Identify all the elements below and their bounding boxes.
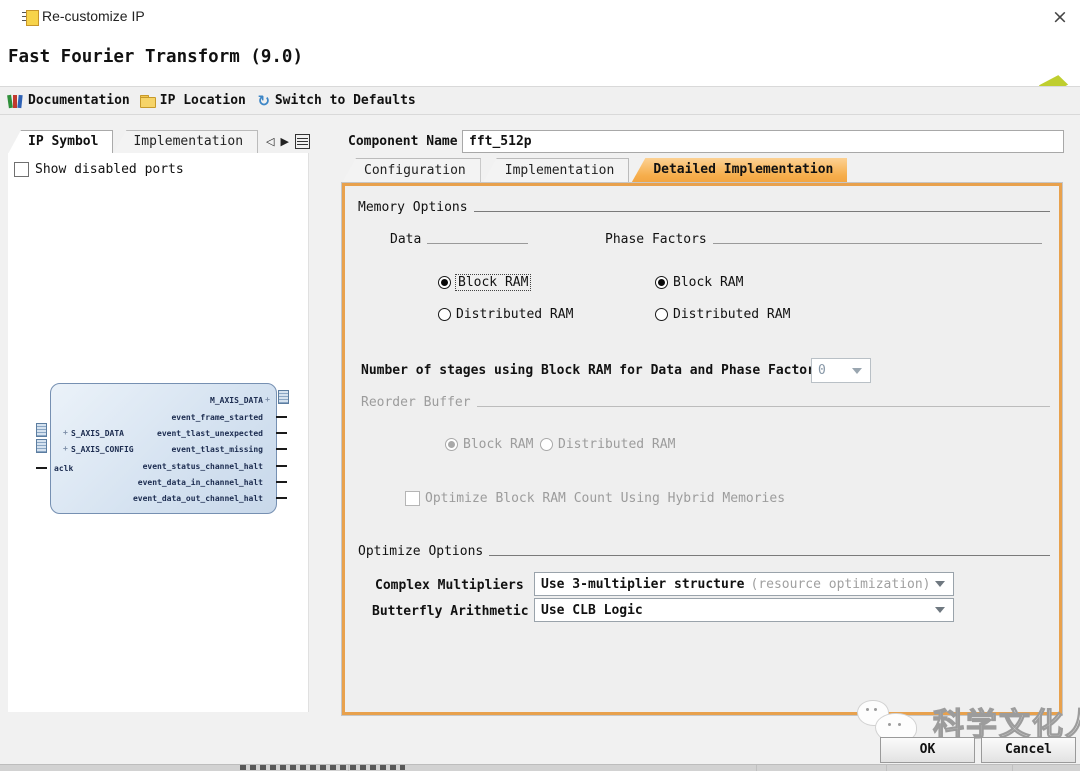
memory-options-header: Memory Options: [358, 200, 1050, 215]
hybrid-memories-checkbox: [405, 491, 420, 506]
title-bar: Re-customize IP ×: [0, 0, 1080, 34]
tab-ip-symbol[interactable]: IP Symbol: [8, 130, 113, 154]
data-block-ram-radio[interactable]: Block RAM: [438, 275, 530, 290]
port-s-axis-data: S_AXIS_DATA: [71, 429, 124, 438]
port-aclk: aclk: [54, 464, 73, 473]
bus-icon-s-axis-config: [36, 439, 47, 453]
cancel-button[interactable]: Cancel: [981, 737, 1076, 763]
dropdown-arrow-icon: [935, 607, 945, 613]
expand-s-axis-data-icon[interactable]: +: [63, 429, 68, 437]
prev-tab-icon[interactable]: ◁: [266, 136, 274, 148]
butterfly-arithmetic-label: Butterfly Arithmetic: [372, 604, 529, 619]
window-title: Re-customize IP: [42, 8, 145, 24]
bus-icon-m-axis-data: [278, 390, 289, 404]
show-disabled-ports-label: Show disabled ports: [35, 162, 184, 177]
refresh-icon: ↻: [256, 93, 272, 109]
port-event-status-channel-halt: event_status_channel_halt: [143, 462, 263, 471]
expand-s-axis-config-icon[interactable]: +: [63, 445, 68, 453]
config-tabbar: Configuration Implementation Detailed Im…: [342, 158, 1062, 183]
show-disabled-ports-row: Show disabled ports: [14, 162, 184, 177]
ok-button[interactable]: OK: [880, 737, 975, 763]
detailed-implementation-panel: Memory Options Data Phase Factors Block …: [342, 183, 1062, 715]
phase-distributed-ram-radio[interactable]: Distributed RAM: [655, 307, 790, 322]
tab-implementation[interactable]: Implementation: [483, 158, 630, 183]
port-event-data-in-channel-halt: event_data_in_channel_halt: [138, 478, 263, 487]
switch-to-defaults-button[interactable]: ↻ Switch to Defaults: [256, 93, 416, 109]
ip-chip-icon: [22, 9, 38, 25]
hybrid-memories-row: Optimize Block RAM Count Using Hybrid Me…: [405, 491, 785, 506]
reorder-buffer-header: Reorder Buffer: [361, 395, 1050, 410]
stub-event-tlast-missing: [276, 448, 287, 450]
stub-event-data-out-channel-halt: [276, 497, 287, 499]
component-name-input[interactable]: [462, 130, 1064, 153]
phase-factors-subheader: Phase Factors: [605, 232, 1042, 247]
stub-aclk: [36, 467, 47, 469]
tab-detailed-implementation[interactable]: Detailed Implementation: [631, 158, 847, 183]
port-event-tlast-missing: event_tlast_missing: [171, 445, 263, 454]
bus-icon-s-axis-data: [36, 423, 47, 437]
left-panel-tabbar: IP Symbol Implementation ◁ ▶: [8, 130, 308, 154]
reorder-distributed-ram-radio: Distributed RAM: [540, 437, 675, 452]
data-distributed-ram-radio[interactable]: Distributed RAM: [438, 307, 573, 322]
stub-event-data-in-channel-halt: [276, 481, 287, 483]
reorder-block-ram-radio: Block RAM: [445, 437, 533, 452]
background-window-strip: [0, 764, 1080, 771]
component-name-label: Component Name: [348, 134, 458, 149]
port-event-data-out-channel-halt: event_data_out_channel_halt: [133, 494, 263, 503]
dropdown-arrow-icon: [935, 581, 945, 587]
ip-header: Fast Fourier Transform (9.0): [0, 34, 1080, 86]
stages-dropdown: 0: [811, 358, 871, 383]
next-tab-icon[interactable]: ▶: [281, 136, 289, 148]
tab-configuration[interactable]: Configuration: [342, 158, 481, 183]
ip-location-button[interactable]: IP Location: [140, 93, 246, 108]
expand-m-axis-data-icon[interactable]: +: [265, 396, 270, 404]
stub-event-status-channel-halt: [276, 465, 287, 467]
stub-event-tlast-unexpected: [276, 432, 287, 434]
stub-event-frame-started: [276, 416, 287, 418]
books-icon: [8, 94, 24, 108]
optimize-options-header: Optimize Options: [358, 544, 1050, 559]
complex-multipliers-dropdown[interactable]: Use 3-multiplier structure (resource opt…: [534, 572, 954, 596]
butterfly-arithmetic-dropdown[interactable]: Use CLB Logic: [534, 598, 954, 622]
ip-symbol-block: M_AXIS_DATA event_frame_started event_tl…: [50, 383, 277, 514]
port-event-tlast-unexpected: event_tlast_unexpected: [157, 429, 263, 438]
stages-label: Number of stages using Block RAM for Dat…: [361, 363, 823, 378]
tab-implementation-left[interactable]: Implementation: [113, 130, 258, 153]
dropdown-arrow-icon: [852, 368, 862, 374]
folder-icon: [140, 95, 156, 107]
port-event-frame-started: event_frame_started: [171, 413, 263, 422]
clipped-background-text: [240, 765, 405, 770]
toolbar: Documentation IP Location ↻ Switch to De…: [0, 86, 1080, 115]
complex-multipliers-label: Complex Multipliers: [375, 578, 524, 593]
show-disabled-ports-checkbox[interactable]: [14, 162, 29, 177]
data-subheader: Data: [390, 232, 528, 247]
documentation-button[interactable]: Documentation: [8, 93, 130, 108]
port-m-axis-data: M_AXIS_DATA: [210, 396, 263, 405]
port-s-axis-config: S_AXIS_CONFIG: [71, 445, 134, 454]
close-icon[interactable]: ×: [1048, 5, 1072, 29]
phase-block-ram-radio[interactable]: Block RAM: [655, 275, 743, 290]
tab-list-icon[interactable]: [295, 134, 310, 149]
recustomize-ip-dialog: Re-customize IP × Fast Fourier Transform…: [0, 0, 1080, 771]
hybrid-memories-label: Optimize Block RAM Count Using Hybrid Me…: [425, 491, 785, 506]
ip-title: Fast Fourier Transform (9.0): [8, 47, 303, 67]
